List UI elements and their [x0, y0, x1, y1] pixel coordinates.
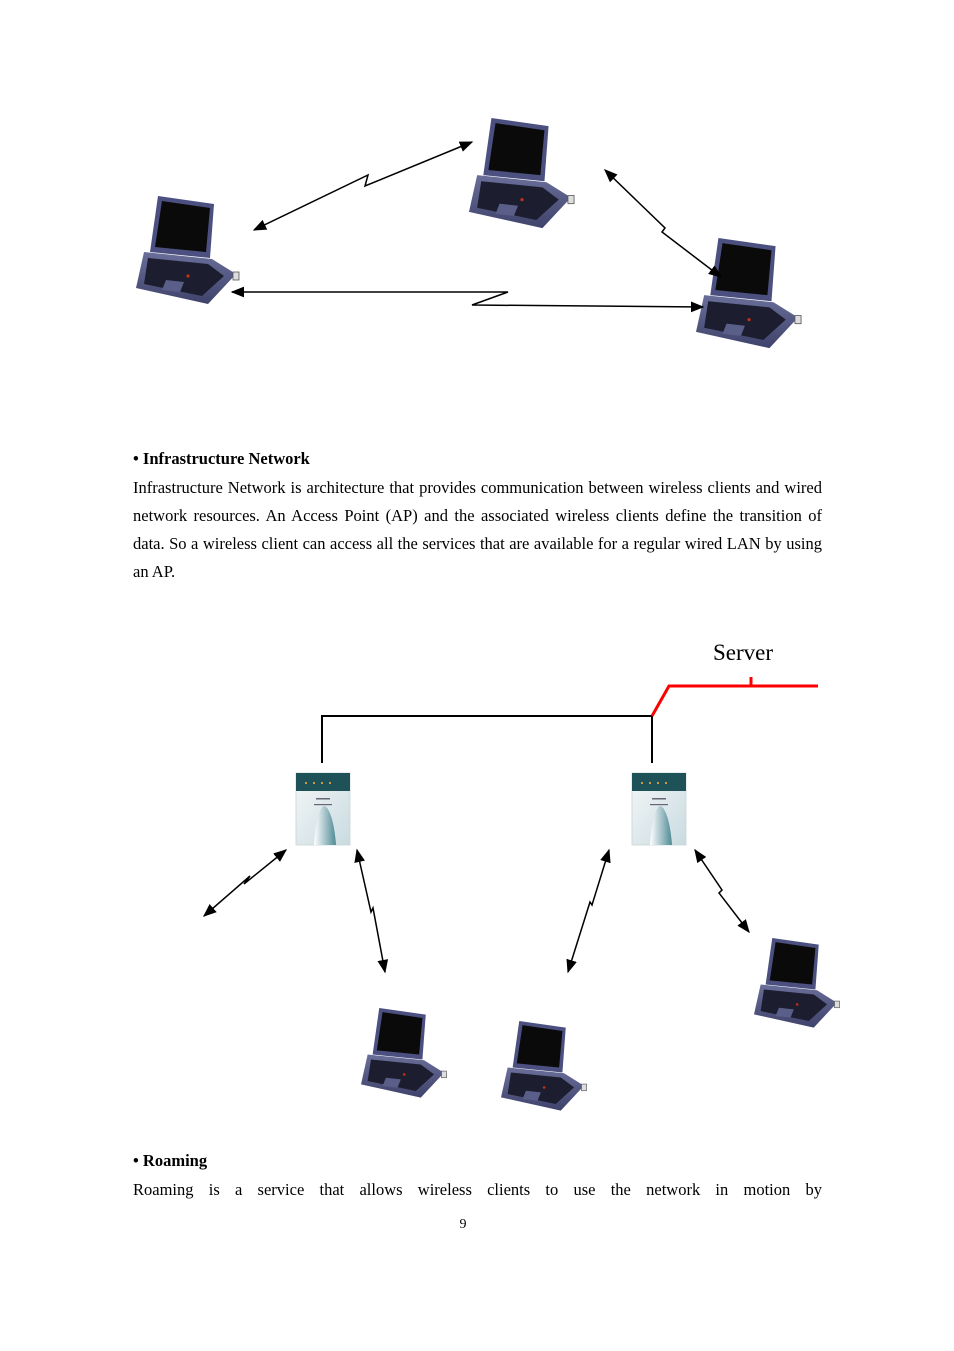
infrastructure-diagram: [202, 677, 840, 1111]
laptop-1-icon: [360, 1007, 447, 1098]
wireless-link-apr-laptop2: [566, 848, 611, 974]
paragraph-roaming: Roaming is a service that allows wireles…: [133, 1180, 822, 1199]
access-point-left-icon: [295, 772, 351, 846]
page-graphics: [135, 117, 840, 1111]
laptop-left-icon: [135, 195, 240, 305]
section-heading-roaming: • Roaming: [133, 1151, 207, 1171]
bullet: •: [133, 449, 139, 468]
server-label: Server: [713, 640, 774, 665]
bullet: •: [133, 1151, 139, 1170]
wireless-link-left-right: [230, 286, 705, 313]
laptop-top-icon: [468, 117, 575, 229]
wireless-link-apr-laptop3: [694, 848, 750, 934]
laptop-2-icon: [500, 1020, 587, 1111]
access-point-right-icon: [631, 772, 687, 846]
wireless-link-left-top: [252, 141, 474, 231]
page-number: 9: [459, 1217, 467, 1232]
heading-text: Roaming: [142, 1151, 208, 1170]
wireless-link-apl-laptop1: [354, 848, 389, 974]
adhoc-diagram: [135, 117, 802, 349]
wired-lan-line: [321, 715, 653, 763]
wireless-link-top-right: [604, 169, 723, 278]
section-heading-infrastructure: • Infrastructure Network: [133, 449, 310, 469]
laptop-3-icon: [753, 937, 840, 1028]
wireless-link-apl-offpage: [202, 849, 288, 917]
heading-text: Infrastructure Network: [142, 449, 310, 468]
server-line: [650, 684, 818, 717]
paragraph-infrastructure: Infrastructure Network is architecture t…: [133, 478, 822, 581]
laptop-right-icon: [695, 237, 802, 349]
